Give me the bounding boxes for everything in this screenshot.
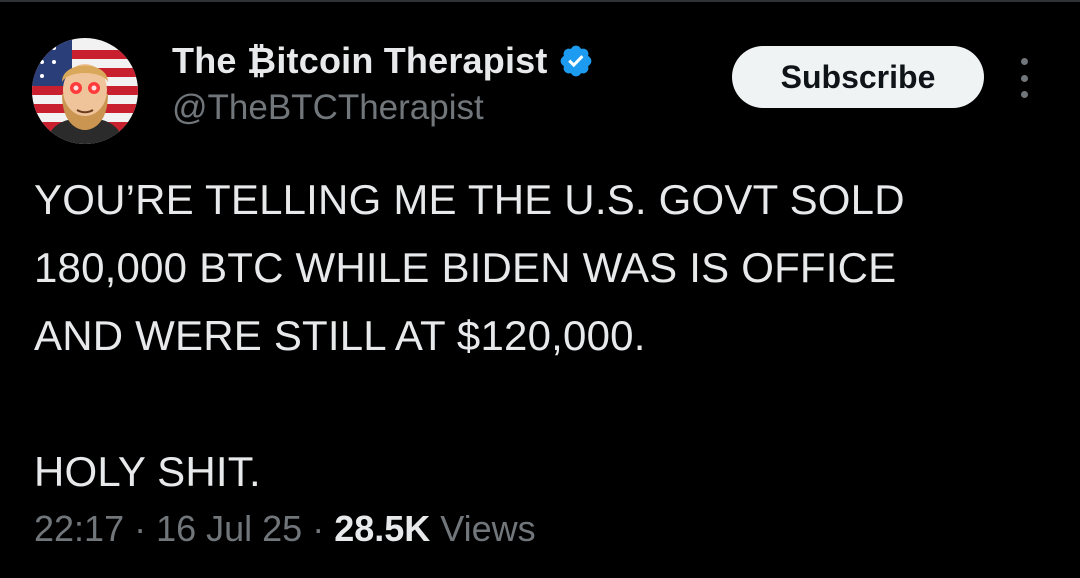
author-name-row: The ₿itcoin Therapist <box>172 40 594 82</box>
tweet-time[interactable]: 22:17 <box>34 508 124 550</box>
views-count[interactable]: 28.5K <box>334 508 430 550</box>
meta-separator: · <box>312 508 325 549</box>
more-vertical-icon[interactable] <box>1010 58 1038 98</box>
more-dot <box>1020 58 1028 65</box>
avatar-image <box>32 38 138 144</box>
meta-separator: · <box>134 508 147 549</box>
top-divider <box>0 0 1080 2</box>
more-dot <box>1020 74 1028 82</box>
tweet-date[interactable]: 16 Jul 25 <box>156 508 302 550</box>
verified-badge-icon[interactable] <box>558 43 594 79</box>
tweet-line: HOLY SHIT. <box>34 448 261 495</box>
avatar[interactable] <box>32 38 138 144</box>
views-label: Views <box>440 508 536 549</box>
tweet-meta: 22:17 · 16 Jul 25 · 28.5K Views <box>34 508 536 550</box>
tweet-line: YOU’RE TELLING ME THE U.S. GOVT SOLD <box>34 176 905 223</box>
more-dot <box>1020 91 1028 98</box>
tweet-text: YOU’RE TELLING ME THE U.S. GOVT SOLD 180… <box>34 166 1054 506</box>
tweet-line: 180,000 BTC WHILE BIDEN WAS IS OFFICE <box>34 244 897 291</box>
author-handle[interactable]: @TheBTCTherapist <box>172 88 484 128</box>
author-display-name[interactable]: The ₿itcoin Therapist <box>172 40 548 82</box>
subscribe-button[interactable]: Subscribe <box>732 46 984 108</box>
tweet-line: AND WERE STILL AT $120,000. <box>34 312 646 359</box>
